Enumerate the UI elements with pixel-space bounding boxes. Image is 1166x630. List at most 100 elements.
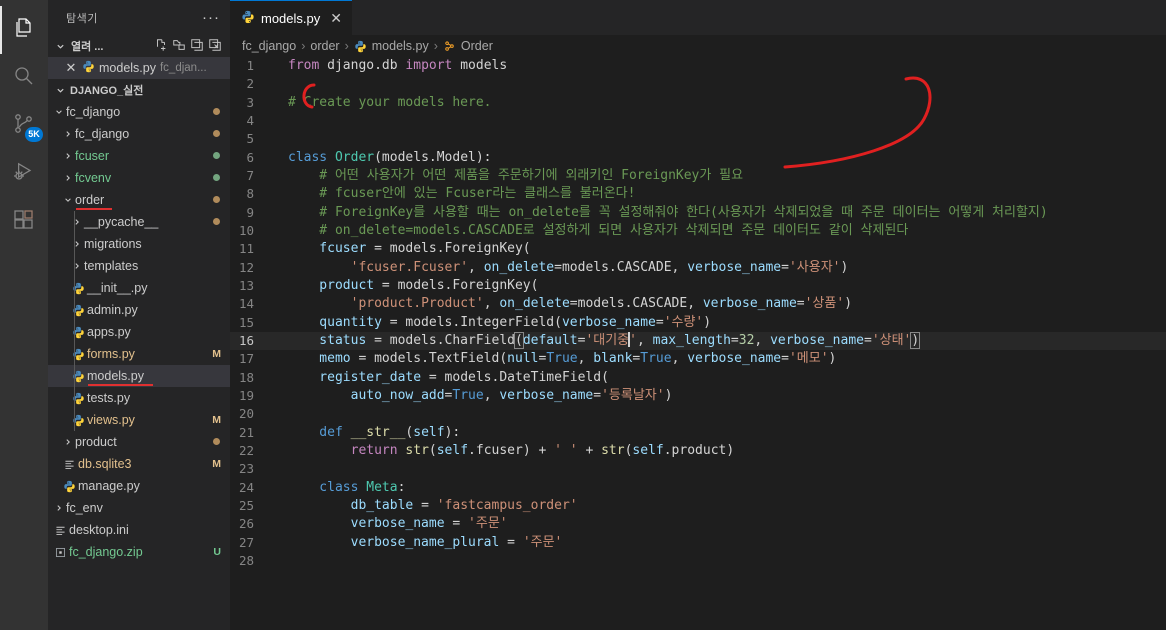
- tree-item---pycache--[interactable]: __pycache__: [48, 211, 230, 233]
- tree-item-views-py[interactable]: views.py M: [48, 409, 230, 431]
- breadcrumb: fc_django › order › models.py › Order: [230, 35, 1166, 57]
- tree-item-fcvenv[interactable]: fcvenv: [48, 167, 230, 189]
- code-line-28[interactable]: 28: [230, 552, 1166, 570]
- code-line-23[interactable]: 23: [230, 460, 1166, 478]
- breadcrumb-item-3[interactable]: Order: [461, 39, 493, 53]
- code-line-18[interactable]: 18 register_date = models.DateTimeField(: [230, 369, 1166, 387]
- breadcrumb-item-0[interactable]: fc_django: [242, 39, 296, 53]
- chevron-right-icon[interactable]: [61, 127, 75, 141]
- code-line-20[interactable]: 20: [230, 405, 1166, 423]
- chevron-down-icon[interactable]: [61, 193, 75, 207]
- code-line-25[interactable]: 25 db_table = 'fastcampus_order': [230, 497, 1166, 515]
- code-viewport[interactable]: 1 from django.db import models 2 3 # Create …: [230, 57, 1166, 630]
- save-all-icon[interactable]: [190, 38, 204, 55]
- open-editors-header[interactable]: 열려 ...: [48, 35, 230, 57]
- tree-item-tests-py[interactable]: tests.py: [48, 387, 230, 409]
- python-icon: [82, 60, 95, 76]
- tree-item-db-sqlite3[interactable]: db.sqlite3 M: [48, 453, 230, 475]
- token: # Create your models here.: [288, 94, 492, 110]
- code-line-21[interactable]: 21 def __str__(self):: [230, 424, 1166, 442]
- tree-item-desktop-ini[interactable]: desktop.ini: [48, 519, 230, 541]
- sidebar-more-icon[interactable]: ···: [202, 9, 220, 26]
- chevron-right-icon[interactable]: [70, 259, 84, 273]
- code-line-7[interactable]: 7 # 어떤 사용자가 어떤 제품을 주문하기에 외래키인 ForeignKey…: [230, 167, 1166, 185]
- activity-source-control[interactable]: 5K: [0, 102, 48, 150]
- chevron-down-icon[interactable]: [52, 105, 66, 119]
- code-line-12[interactable]: 12 'fcuser.Fcuser', on_delete=models.CAS…: [230, 259, 1166, 277]
- tree-item-fc-env[interactable]: fc_env: [48, 497, 230, 519]
- line-number: 16: [238, 332, 254, 348]
- code-content[interactable]: 1 from django.db import models 2 3 # Create …: [230, 57, 1166, 570]
- chevron-right-icon[interactable]: [61, 149, 75, 163]
- token: = models.IntegerField(: [389, 314, 562, 330]
- tree-item-models-py[interactable]: models.py: [48, 365, 230, 387]
- python-icon: [354, 39, 367, 53]
- chevron-right-icon[interactable]: [52, 501, 66, 515]
- tree-item-order[interactable]: order: [48, 189, 230, 211]
- tab-label: models.py: [261, 10, 321, 26]
- activity-extensions[interactable]: [0, 198, 48, 246]
- code-line-8[interactable]: 8 # fcuser안에 있는 Fcuser라는 클래스를 불러온다!: [230, 185, 1166, 203]
- code-line-22[interactable]: 22 return str(self.fcuser) + ' ' + str(s…: [230, 442, 1166, 460]
- tree-item-label: templates: [84, 259, 139, 273]
- activity-run-debug[interactable]: [0, 150, 48, 198]
- tree-item-templates[interactable]: templates: [48, 255, 230, 277]
- code-line-1[interactable]: 1 from django.db import models: [230, 57, 1166, 75]
- token: Meta: [366, 479, 398, 495]
- code-line-10[interactable]: 10 # on_delete=models.CASCADE로 설정하게 되면 사…: [230, 222, 1166, 240]
- red-underline-annotation: [76, 208, 112, 210]
- code-line-3[interactable]: 3 # Create your models here.: [230, 94, 1166, 112]
- tree-item-label: product: [75, 435, 117, 449]
- code-line-14[interactable]: 14 'product.Product', on_delete=models.C…: [230, 295, 1166, 313]
- code-line-19[interactable]: 19 auto_now_add=True, verbose_name='등록날자…: [230, 387, 1166, 405]
- code-line-9[interactable]: 9 # ForeignKey를 사용할 때는 on_delete를 꼭 설정해줘…: [230, 204, 1166, 222]
- tree-item-migrations[interactable]: migrations: [48, 233, 230, 255]
- tree-item-fc-django[interactable]: fc_django: [48, 123, 230, 145]
- code-text: from django.db import models: [279, 57, 507, 75]
- chevron-right-icon[interactable]: [70, 215, 84, 229]
- tree-item-fc-django[interactable]: fc_django: [48, 101, 230, 123]
- chevron-right-icon[interactable]: [61, 435, 75, 449]
- code-line-16[interactable]: 16 status = models.CharField(default = '대기…: [230, 331, 1166, 351]
- activity-search[interactable]: [0, 54, 48, 102]
- code-line-4[interactable]: 4: [230, 112, 1166, 130]
- tab-models-py[interactable]: models.py ✕: [230, 0, 352, 35]
- token: True: [546, 351, 578, 367]
- tree-item-manage-py[interactable]: manage.py: [48, 475, 230, 497]
- code-line-11[interactable]: 11 fcuser = models.ForeignKey(: [230, 240, 1166, 258]
- open-editor-item-modelspy[interactable]: ✕ models.py fc_djan...: [48, 57, 230, 79]
- tree-item-admin-py[interactable]: admin.py: [48, 299, 230, 321]
- tree-item-forms-py[interactable]: forms.py M: [48, 343, 230, 365]
- tree-item---init---py[interactable]: __init__.py: [48, 277, 230, 299]
- code-line-5[interactable]: 5: [230, 130, 1166, 148]
- tree-item-apps-py[interactable]: apps.py: [48, 321, 230, 343]
- tab-close-icon[interactable]: ✕: [330, 10, 342, 27]
- tree-item-product[interactable]: product: [48, 431, 230, 453]
- chevron-right-icon[interactable]: [70, 237, 84, 251]
- new-file-icon[interactable]: [154, 38, 168, 55]
- code-line-2[interactable]: 2: [230, 75, 1166, 93]
- chevron-right-icon[interactable]: [61, 171, 75, 185]
- code-line-13[interactable]: 13 product = models.ForeignKey(: [230, 277, 1166, 295]
- tree-item-label: views.py: [87, 413, 135, 427]
- code-line-27[interactable]: 27 verbose_name_plural = '주문': [230, 534, 1166, 552]
- tree-item-fcuser[interactable]: fcuser: [48, 145, 230, 167]
- activity-explorer[interactable]: [0, 6, 48, 54]
- indent-guide: [74, 409, 75, 431]
- vscode-window: 5K 탐색기 ··· 열려 ... ✕ models.py fc_djan...…: [0, 0, 1166, 630]
- indent-guide: [74, 255, 75, 277]
- breadcrumb-item-2[interactable]: models.py: [372, 39, 429, 53]
- breadcrumb-item-1[interactable]: order: [310, 39, 339, 53]
- code-line-6[interactable]: 6 class Order(models.Model):: [230, 149, 1166, 167]
- close-icon[interactable]: ✕: [64, 60, 78, 76]
- tree-item-fc-django-zip[interactable]: fc_django.zip U: [48, 541, 230, 563]
- code-line-17[interactable]: 17 memo = models.TextField(null = True, bl…: [230, 350, 1166, 368]
- project-header[interactable]: DJANGO_실전: [48, 79, 230, 101]
- code-line-24[interactable]: 24 class Meta:: [230, 479, 1166, 497]
- code-line-26[interactable]: 26 verbose_name = '주문': [230, 515, 1166, 533]
- code-line-15[interactable]: 15 quantity = models.IntegerField(verbos…: [230, 314, 1166, 332]
- code-text: fcuser = models.ForeignKey(: [279, 240, 530, 258]
- new-folder-icon[interactable]: [172, 38, 186, 55]
- token: = models.DateTimeField(: [428, 369, 609, 385]
- close-all-icon[interactable]: [208, 38, 222, 55]
